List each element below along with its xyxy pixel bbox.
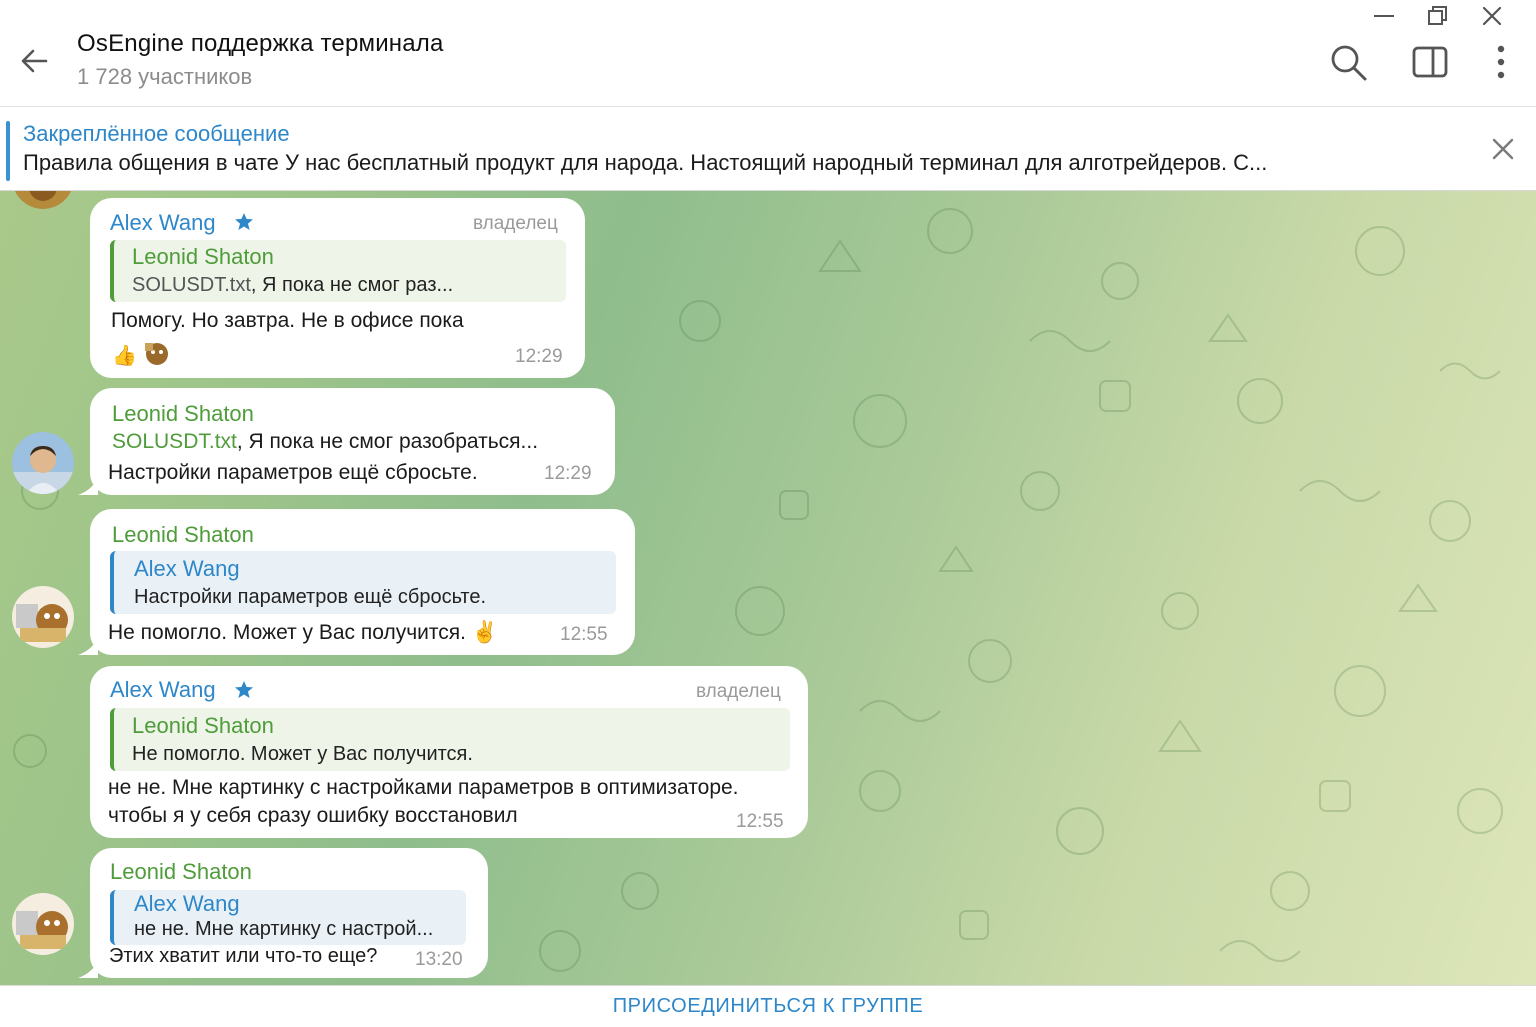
message-text-line-2: чтобы я у себя сразу ошибку восстановил (108, 804, 518, 827)
message-time: 12:29 (515, 346, 563, 367)
star-icon (235, 681, 253, 698)
pinned-accent-bar (6, 121, 10, 181)
message-bubble-leonid-1[interactable]: Leonid Shaton SOLUSDT.txt, Я пока не смо… (90, 388, 615, 495)
back-arrow-icon[interactable] (16, 42, 54, 80)
sender-name[interactable]: Leonid Shaton (112, 401, 254, 427)
message-bubble-leonid-3[interactable]: Leonid Shaton Alex Wang не не. Мне карти… (90, 848, 488, 978)
search-icon[interactable] (1328, 42, 1368, 82)
chat-header: OsEngine поддержка терминала 1 728 участ… (0, 0, 1536, 107)
message-bubble-leonid-2[interactable]: Leonid Shaton Alex Wang Настройки параме… (90, 509, 635, 655)
close-window-icon[interactable] (1478, 4, 1506, 28)
message-file-line: SOLUSDT.txt, Я пока не смог разобраться.… (112, 430, 538, 454)
message-time: 12:29 (544, 463, 592, 484)
message-bubble-alex-1[interactable]: Alex Wang владелец Leonid Shaton SOLUSDT… (90, 198, 585, 378)
reply-text-suffix: , Я пока не смог раз... (250, 274, 454, 296)
chat-area[interactable]: Alex Wang владелец Leonid Shaton SOLUSDT… (0, 191, 1536, 985)
message-text: Помогу. Но завтра. Не в офисе пока (111, 309, 464, 332)
pinned-message[interactable]: Закреплённое сообщение Правила общения в… (0, 107, 1536, 191)
bubble-tail (78, 639, 98, 655)
bubble-tail (78, 962, 98, 978)
message-text: Не помогло. Может у Вас получится. ✌️ (108, 621, 498, 644)
sender-name[interactable]: Alex Wang (110, 210, 216, 236)
avatar-leonid-sticker[interactable] (12, 893, 74, 955)
avatar-leonid-sticker[interactable] (12, 586, 74, 648)
avatar-leonid-photo[interactable] (12, 432, 74, 494)
reply-quote[interactable]: Leonid Shaton SOLUSDT.txt, Я пока не смо… (110, 240, 566, 302)
sender-name[interactable]: Leonid Shaton (110, 859, 252, 885)
reply-file-name: SOLUSDT.txt (132, 274, 251, 296)
sidebar-toggle-icon[interactable] (1410, 42, 1450, 82)
owner-badge: владелец (473, 213, 558, 234)
bottom-bar: ПРИСОЕДИНИТЬСЯ К ГРУППЕ (0, 985, 1536, 1024)
file-link[interactable]: SOLUSDT.txt (112, 430, 237, 453)
reply-quote[interactable]: Alex Wang не не. Мне картинку с настрой.… (110, 890, 466, 945)
close-pinned-icon[interactable] (1486, 132, 1520, 166)
minimize-window-icon[interactable] (1370, 4, 1398, 28)
pinned-text: Правила общения в чате У нас бесплатный … (23, 150, 1268, 175)
sticker-reaction-icon[interactable] (142, 340, 172, 366)
reply-text: не не. Мне картинку с настрой... (134, 918, 434, 940)
reply-quote[interactable]: Leonid Shaton Не помогло. Может у Вас по… (110, 708, 790, 771)
message-text-line-1: не не. Мне картинку с настройками параме… (108, 776, 739, 799)
join-group-button[interactable]: ПРИСОЕДИНИТЬСЯ К ГРУППЕ (0, 986, 1536, 1025)
sender-name[interactable]: Alex Wang (110, 677, 216, 703)
thumbs-up-reaction[interactable]: 👍 (112, 345, 137, 367)
restore-window-icon[interactable] (1423, 4, 1451, 28)
reactions[interactable]: 👍 (112, 340, 172, 368)
member-count: 1 728 участников (77, 64, 253, 89)
message-bubble-alex-2[interactable]: Alex Wang владелец Leonid Shaton Не помо… (90, 666, 808, 838)
pinned-title: Закреплённое сообщение (23, 121, 290, 146)
reply-sender: Leonid Shaton (132, 713, 274, 738)
reply-quote[interactable]: Alex Wang Настройки параметров ещё сброс… (110, 551, 616, 614)
file-suffix: , Я пока не смог разобраться... (236, 430, 539, 453)
chat-title[interactable]: OsEngine поддержка терминала (77, 30, 444, 58)
owner-badge: владелец (696, 681, 781, 702)
reply-sender: Alex Wang (134, 891, 240, 916)
message-text: Настройки параметров ещё сбросьте. (108, 461, 478, 484)
star-icon (235, 213, 253, 230)
more-menu-icon[interactable] (1486, 42, 1516, 82)
reply-sender: Leonid Shaton (132, 244, 274, 269)
message-time: 12:55 (736, 811, 784, 832)
message-time: 12:55 (560, 624, 608, 645)
reply-text: Настройки параметров ещё сбросьте. (134, 586, 487, 608)
reply-text: SOLUSDT.txt, Я пока не смог раз... (132, 274, 453, 297)
reply-sender: Alex Wang (134, 556, 240, 581)
message-time: 13:20 (415, 949, 463, 970)
message-text: Этих хватит или что-то еще? (109, 945, 378, 967)
sender-name[interactable]: Leonid Shaton (112, 522, 254, 548)
reply-text: Не помогло. Может у Вас получится. (132, 743, 473, 765)
bubble-tail (78, 479, 98, 495)
